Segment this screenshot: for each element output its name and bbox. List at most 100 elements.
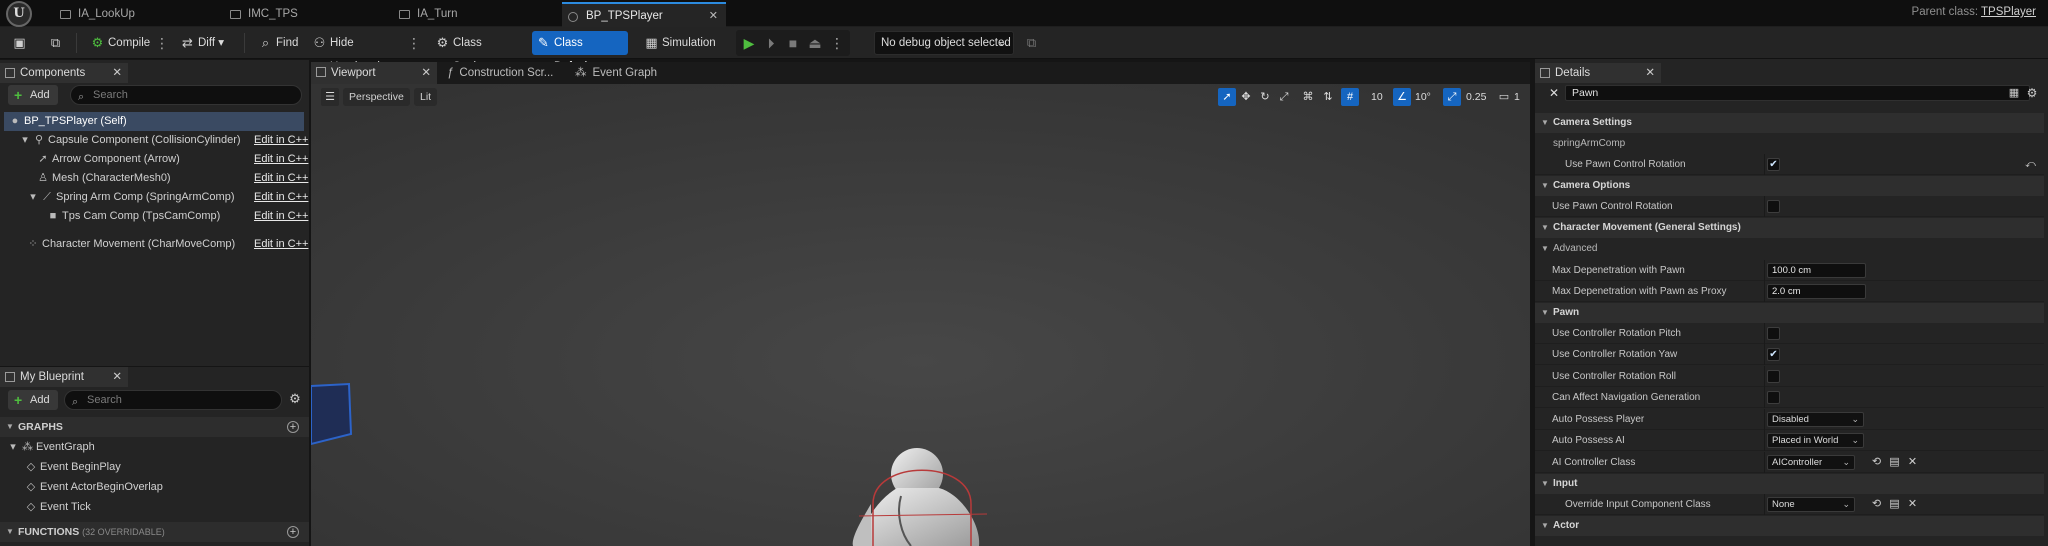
unreal-logo-icon[interactable]: U (6, 1, 32, 27)
clear-icon[interactable]: ✕ (1905, 455, 1920, 470)
scale-snap-icon[interactable]: ⤢ (1443, 88, 1461, 106)
collapse-arrow-icon[interactable]: ▾ (8, 438, 18, 457)
subcategory-advanced[interactable]: ▼ Advanced (1535, 238, 1597, 259)
category-camera-options[interactable]: ▼ Camera Options (1535, 176, 2044, 196)
tree-row-char-movement[interactable]: ⁘ Character Movement (CharMoveComp) Edit … (0, 235, 309, 254)
tree-row-arrow[interactable]: ➚ Arrow Component (Arrow) Edit in C++ (0, 150, 309, 169)
tree-row-spring-arm[interactable]: ▾ ⟋ Spring Arm Comp (SpringArmComp) Edit i… (0, 188, 309, 207)
add-component-button[interactable]: + Add (8, 85, 58, 105)
rotation-snap-value[interactable]: 10° (1415, 88, 1431, 106)
category-character-movement[interactable]: ▼ Character Movement (General Settings) (1535, 218, 2044, 238)
use-pawn-control-rotation-checkbox[interactable]: ✔ (1767, 158, 1780, 171)
tree-row-capsule[interactable]: ▾ ⚲ Capsule Component (CollisionCylinder) … (0, 131, 309, 150)
tree-row-mesh[interactable]: ♙ Mesh (CharacterMesh0) Edit in C++ (0, 169, 309, 188)
max-depenetration-pawn-input[interactable]: 100.0 cm (1767, 263, 1866, 278)
perspective-button[interactable]: Perspective (343, 88, 410, 106)
reset-to-default-icon[interactable]: ⤺ (2023, 157, 2038, 172)
use-selected-icon[interactable]: ⟲ (1869, 497, 1884, 512)
class-defaults-button[interactable]: ✎ Class Defaults (532, 31, 628, 73)
close-icon[interactable]: ✕ (112, 63, 122, 83)
viewport-tab-label[interactable]: Viewport (331, 67, 376, 79)
graphs-section-header[interactable]: ▼ GRAPHS + (0, 417, 309, 437)
gear-icon[interactable]: ⚙ (2025, 86, 2039, 100)
camera-use-pawn-control-rotation-checkbox[interactable] (1767, 200, 1780, 213)
components-search-input[interactable]: ⌕ Search (70, 85, 302, 105)
parent-class-link[interactable]: TPSPlayer (1981, 6, 2036, 18)
edit-in-cpp-link[interactable]: Edit in C++ (254, 235, 308, 254)
tree-row-tps-cam[interactable]: ■ Tps Cam Comp (TpsCamComp) Edit in C++ (0, 207, 309, 226)
play-options-icon[interactable]: ⋮ (828, 34, 846, 52)
can-affect-navigation-checkbox[interactable] (1767, 391, 1780, 404)
grid-snap-icon[interactable]: # (1341, 88, 1359, 106)
ai-controller-class-select[interactable]: AIController ⌄ (1767, 455, 1855, 470)
viewport[interactable]: ☰ Perspective Lit ➚ ✥ ↻ ⤢ ⌘ ⇅ # 10 ∠ 10°… (311, 84, 1530, 546)
tab-bp-tpsplayer[interactable]: BP_TPSPlayer ✕ (562, 2, 726, 27)
functions-section-header[interactable]: ▼ FUNCTIONS (32 OVERRIDABLE) + (0, 522, 309, 542)
my-blueprint-tab[interactable]: My Blueprint ✕ (0, 367, 128, 387)
event-item[interactable]: ◇ Event ActorBeginOverlap (0, 478, 309, 497)
scale-tool-icon[interactable]: ⤢ (1275, 88, 1293, 106)
rotate-tool-icon[interactable]: ↻ (1256, 88, 1274, 106)
tab-viewport[interactable]: Viewport ✕ (311, 62, 437, 84)
tab-event-graph[interactable]: ⁂ Event Graph (575, 62, 657, 84)
compile-button[interactable]: ⚙ Compile (86, 31, 154, 55)
close-icon[interactable]: ✕ (112, 367, 122, 387)
clear-icon[interactable]: ✕ (1905, 497, 1920, 512)
my-blueprint-search-input[interactable]: ⌕ Search (64, 390, 282, 410)
max-depenetration-proxy-input[interactable]: 2.0 cm (1767, 284, 1866, 299)
close-icon[interactable]: ✕ (709, 4, 718, 29)
browse-icon[interactable]: ▤ (1887, 497, 1902, 512)
subcategory-spring-arm-comp[interactable]: springArmComp (1535, 133, 1625, 154)
edit-in-cpp-link[interactable]: Edit in C++ (254, 150, 308, 169)
stop-icon[interactable]: ■ (784, 34, 802, 52)
use-controller-rotation-pitch-checkbox[interactable] (1767, 327, 1780, 340)
category-pawn[interactable]: ▼ Pawn (1535, 303, 2044, 323)
edit-in-cpp-link[interactable]: Edit in C++ (254, 169, 308, 188)
category-camera-settings[interactable]: ▼ Camera Settings (1535, 113, 2044, 133)
details-tab[interactable]: Details ✕ (1535, 63, 1661, 83)
collapse-arrow-icon[interactable]: ▾ (20, 131, 30, 150)
use-controller-rotation-yaw-checkbox[interactable]: ✔ (1767, 348, 1780, 361)
debug-browse-button[interactable]: ⧉ (1020, 31, 1040, 55)
use-selected-icon[interactable]: ⟲ (1869, 455, 1884, 470)
add-graph-icon[interactable]: + (287, 421, 299, 433)
more-options-icon[interactable]: ⋮ (407, 33, 421, 53)
category-input[interactable]: ▼ Input (1535, 474, 2044, 494)
event-graph-item[interactable]: ▾ ⁂ EventGraph (0, 438, 309, 457)
add-member-button[interactable]: + Add (8, 390, 58, 410)
property-matrix-icon[interactable]: ▦ (2007, 86, 2021, 100)
edit-in-cpp-link[interactable]: Edit in C++ (254, 188, 308, 207)
tab-ia-lookup[interactable]: IA_LookUp (58, 2, 208, 27)
coordinate-system-icon[interactable]: ⌘ (1299, 88, 1317, 106)
clear-search-icon[interactable]: ✕ (1547, 86, 1561, 100)
debug-object-select[interactable]: No debug object selected ⌄ (874, 31, 1014, 55)
edit-in-cpp-link[interactable]: Edit in C++ (254, 207, 308, 226)
camera-speed-value[interactable]: 1 (1514, 88, 1520, 106)
auto-possess-player-select[interactable]: Disabled ⌄ (1767, 412, 1864, 427)
add-function-icon[interactable]: + (287, 526, 299, 538)
tab-imc-tps[interactable]: IMC_TPS (228, 2, 378, 27)
gear-icon[interactable]: ⚙ (287, 391, 303, 407)
edit-in-cpp-link[interactable]: Edit in C++ (254, 131, 308, 150)
hamburger-menu-icon[interactable]: ☰ (321, 88, 339, 106)
camera-speed-icon[interactable]: ▭ (1495, 88, 1513, 106)
scale-snap-value[interactable]: 0.25 (1466, 88, 1486, 106)
save-button[interactable]: ▣ (8, 31, 30, 55)
event-item[interactable]: ◇ Event Tick (0, 498, 309, 517)
step-icon[interactable]: ⏵ (762, 34, 780, 52)
tree-row-root[interactable]: ● BP_TPSPlayer (Self) (4, 112, 304, 131)
collapse-arrow-icon[interactable]: ▾ (28, 188, 38, 207)
hide-unrelated-button[interactable]: ⚇ Hide Unrelated (308, 31, 408, 73)
translate-tool-icon[interactable]: ✥ (1237, 88, 1255, 106)
grid-snap-value[interactable]: 10 (1371, 88, 1383, 106)
browse-button[interactable]: ⧉ (44, 31, 66, 55)
lit-button[interactable]: Lit (414, 88, 438, 106)
close-icon[interactable]: ✕ (421, 62, 431, 84)
use-controller-rotation-roll-checkbox[interactable] (1767, 370, 1780, 383)
close-icon[interactable]: ✕ (1645, 63, 1655, 83)
details-search-input[interactable]: Pawn (1565, 85, 2030, 101)
surface-snap-icon[interactable]: ⇅ (1319, 88, 1337, 106)
rotation-snap-icon[interactable]: ∠ (1393, 88, 1411, 106)
eject-icon[interactable]: ⏏ (806, 34, 824, 52)
class-settings-button[interactable]: ⚙ Class Settings (431, 31, 521, 73)
